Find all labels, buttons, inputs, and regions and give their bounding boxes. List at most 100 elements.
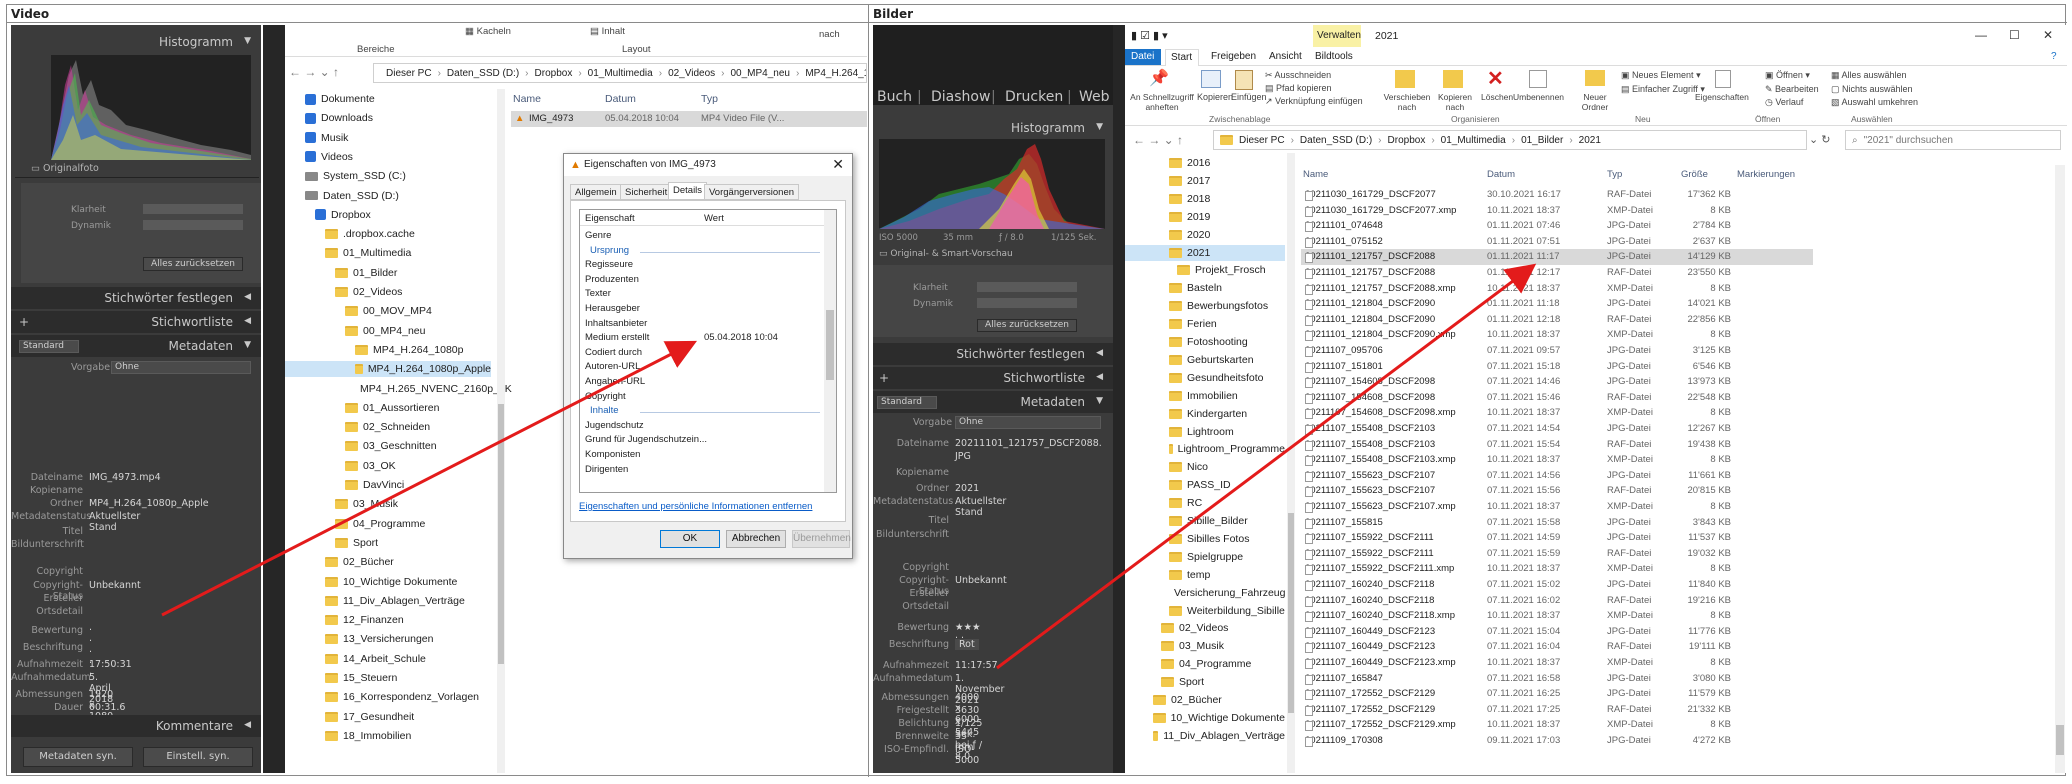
file-row[interactable]: 20211107_151801 07.11.2021 15:18 JPG-Datei…: [1301, 359, 1813, 374]
nav-item[interactable]: Lightroom: [1125, 424, 1285, 440]
module-buch[interactable]: Buch: [877, 89, 912, 105]
breadcrumb-item[interactable]: Dieser PC: [1239, 135, 1285, 146]
neues-element-button[interactable]: ▣ Neues Element ▾: [1621, 70, 1701, 81]
klarheit-buttons[interactable]: [977, 282, 1077, 292]
breadcrumb-item[interactable]: 00_MP4_neu: [731, 68, 791, 79]
metadaten-header[interactable]: Standard Metadaten ▼: [873, 391, 1113, 413]
file-row[interactable]: 20211101_121804_DSCF2090 01.11.2021 12:18…: [1301, 312, 1813, 327]
file-row[interactable]: 20211107_155815 07.11.2021 15:58 JPG-Datei…: [1301, 515, 1813, 530]
dynamik-buttons[interactable]: [143, 220, 243, 230]
nav-item[interactable]: Downloads: [285, 110, 491, 126]
nav-item[interactable]: Spielgruppe: [1125, 549, 1285, 565]
details-row[interactable]: Codiert durch: [585, 347, 821, 360]
nav-item[interactable]: Versicherung_Fahrzeug: [1125, 585, 1286, 601]
file-row[interactable]: 20211030_161729_DSCF2077 30.10.2021 16:17…: [1301, 187, 1813, 202]
nav-item[interactable]: 03_Musik: [285, 496, 491, 512]
module-web[interactable]: Web: [1079, 89, 1110, 105]
nav-item[interactable]: Sibilles Fotos: [1125, 531, 1285, 547]
einstell-syn-button[interactable]: Einstell. syn.: [143, 747, 253, 767]
nav-item[interactable]: 01_Multimedia: [285, 245, 491, 261]
nav-item[interactable]: Geburtskarten: [1125, 352, 1285, 368]
file-row[interactable]: 20211107_154608_DSCF2098 07.11.2021 14:46…: [1301, 374, 1813, 389]
nav-item[interactable]: Daten_SSD (D:): [285, 188, 491, 204]
tab-bildtools[interactable]: Bildtools: [1315, 51, 1353, 62]
uebernehmen-button[interactable]: Übernehmen: [792, 530, 851, 548]
metadata-value[interactable]: Unbekannt: [955, 575, 1007, 586]
verknuepfung-button[interactable]: ↗ Verknüpfung einfügen: [1265, 96, 1363, 107]
tab-details[interactable]: Details: [668, 182, 708, 200]
breadcrumb-item[interactable]: MP4_H.264_10: [805, 68, 866, 79]
metadata-value[interactable]: MP4_H.264_1080p_Apple: [89, 498, 209, 509]
nav-item[interactable]: 03_Musik: [1125, 638, 1285, 654]
nav-item[interactable]: 11_Div_Ablagen_Verträge: [285, 593, 491, 609]
nav-scroll-thumb[interactable]: [498, 404, 504, 664]
metadaten-header[interactable]: Standard Metadaten ▼: [11, 335, 261, 357]
verwalten-tab[interactable]: Verwalten: [1313, 25, 1361, 47]
file-scrollbar[interactable]: [2055, 165, 2065, 773]
col-typ[interactable]: Typ: [1607, 169, 1622, 180]
minimize-icon[interactable]: —: [1975, 28, 1987, 42]
bearbeiten-button[interactable]: ✎ Bearbeiten: [1765, 84, 1819, 95]
oeffnen-button[interactable]: ▣ Öffnen ▾: [1765, 70, 1810, 81]
details-row[interactable]: Produzenten: [585, 274, 821, 287]
nav-item[interactable]: 17_Gesundheit: [285, 709, 491, 725]
col-name[interactable]: Name: [1303, 169, 1328, 180]
nav-item[interactable]: 2020: [1125, 227, 1285, 243]
file-row[interactable]: 20211107_155922_DSCF2111.xmp 10.11.2021 1…: [1301, 561, 1813, 576]
breadcrumb-item[interactable]: Daten_SSD (D:): [1300, 135, 1372, 146]
file-row[interactable]: 20211107_154608_DSCF2098 07.11.2021 15:46…: [1301, 390, 1813, 405]
details-row[interactable]: Herausgeber: [585, 303, 821, 316]
file-row[interactable]: 20211101_121757_DSCF2088 01.11.2021 11:17…: [1301, 249, 1813, 265]
nav-item[interactable]: Dokumente: [285, 91, 491, 107]
nav-item[interactable]: temp: [1125, 567, 1285, 583]
nav-item[interactable]: MP4_H.264_1080p_Apple: [285, 361, 491, 378]
file-row[interactable]: 20211107_160240_DSCF2118 07.11.2021 15:02…: [1301, 577, 1813, 592]
nav-item[interactable]: 10_Wichtige Dokumente: [285, 574, 491, 590]
kopieren-nach-button[interactable]: Kopieren nach: [1433, 92, 1477, 112]
metadata-preset-select[interactable]: Standard: [877, 396, 937, 409]
breadcrumb-item[interactable]: 01_Bilder: [1521, 135, 1563, 146]
ok-button[interactable]: OK: [660, 530, 720, 548]
details-row[interactable]: Grund für Jugendschutzein...: [585, 434, 821, 447]
file-row-img4973[interactable]: ▲ IMG_4973 05.04.2018 10:04 MP4 Video Fi…: [511, 111, 867, 127]
file-row[interactable]: 20211101_121804_DSCF2090.xmp 10.11.2021 1…: [1301, 327, 1813, 342]
nav-item[interactable]: .dropbox.cache: [285, 226, 491, 242]
details-row[interactable]: Copyright: [585, 391, 821, 404]
file-row[interactable]: 20211107_165847 07.11.2021 16:58 JPG-Datei…: [1301, 671, 1813, 686]
nav-item[interactable]: 2017: [1125, 173, 1285, 189]
search-input[interactable]: ⌕ "2021" durchsuchen: [1845, 130, 2061, 150]
nav-scrollbar[interactable]: [497, 89, 505, 773]
details-row[interactable]: Angaben-URL: [585, 376, 821, 389]
breadcrumb-item[interactable]: Dieser PC: [386, 68, 432, 79]
nav-item[interactable]: PASS_ID: [1125, 477, 1285, 493]
metadata-value[interactable]: 20211101_121757_DSCF2088.: [955, 438, 1102, 449]
file-row[interactable]: 20211107_160449_DSCF2123 07.11.2021 16:04…: [1301, 639, 1813, 654]
nav-item[interactable]: 15_Steuern: [285, 670, 491, 686]
breadcrumb-item[interactable]: 01_Multimedia: [1441, 135, 1506, 146]
file-row[interactable]: 20211101_121757_DSCF2088.xmp 10.11.2021 1…: [1301, 281, 1813, 296]
nav-item[interactable]: Sport: [285, 535, 491, 551]
eigenschaften-button[interactable]: Eigenschaften: [1695, 92, 1749, 102]
details-row[interactable]: Dirigenten: [585, 464, 821, 477]
auswahl-umkehren-button[interactable]: ▧ Auswahl umkehren: [1831, 97, 1918, 108]
stichwoerter-festlegen-header[interactable]: Stichwörter festlegen ◀: [873, 343, 1113, 365]
nav-item[interactable]: Lightroom_Programme: [1125, 441, 1285, 457]
metadata-value[interactable]: Rot: [955, 639, 979, 650]
file-row[interactable]: 20211107_155623_DSCF2107 07.11.2021 14:56…: [1301, 468, 1813, 483]
sortieren-nach[interactable]: nach: [819, 29, 840, 40]
breadcrumb-item[interactable]: Dropbox: [1388, 135, 1426, 146]
tab-freigeben[interactable]: Freigeben: [1211, 51, 1256, 62]
col-datum[interactable]: Datum: [1487, 169, 1515, 180]
breadcrumb-item[interactable]: 01_Multimedia: [588, 68, 653, 79]
stichwortliste-header[interactable]: + Stichwortliste ◀: [11, 311, 261, 333]
col-typ[interactable]: Typ: [701, 93, 718, 105]
details-scrollbar[interactable]: [824, 210, 836, 492]
nav-item[interactable]: 03_OK: [285, 458, 491, 474]
file-row[interactable]: 20211107_155408_DSCF2103.xmp 10.11.2021 1…: [1301, 452, 1813, 467]
file-row[interactable]: 20211107_155623_DSCF2107.xmp 10.11.2021 1…: [1301, 499, 1813, 514]
nav-arrows[interactable]: ← → ⌄ ↑: [289, 65, 339, 79]
metadata-value[interactable]: Aktuellster Stand: [89, 511, 140, 533]
nav-scroll-thumb[interactable]: [1288, 513, 1294, 713]
kommentare-header[interactable]: Kommentare ◀: [11, 715, 261, 737]
file-row[interactable]: 20211107_160449_DSCF2123.xmp 10.11.2021 1…: [1301, 655, 1813, 670]
